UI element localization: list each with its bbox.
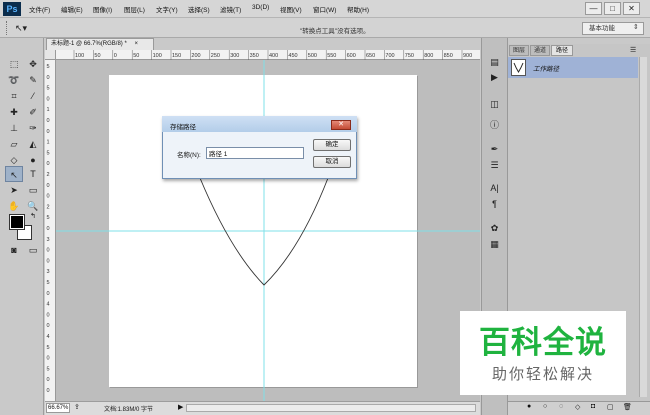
path-thumbnail: [511, 59, 526, 76]
load-selection-icon[interactable]: ◌: [559, 403, 563, 410]
dialog-title: 存储路径: [170, 124, 196, 131]
delete-path-icon[interactable]: 🗑: [623, 403, 632, 411]
adjustments-panel-icon[interactable]: ☰: [486, 158, 503, 172]
export-icon[interactable]: ⇪: [74, 403, 80, 411]
styles-panel-icon[interactable]: ✿: [486, 221, 503, 235]
tab-layers[interactable]: 图层: [509, 45, 529, 56]
brush-panel-icon[interactable]: ✒: [486, 142, 503, 156]
add-mask-icon[interactable]: ◘: [591, 403, 595, 410]
character-panel-icon[interactable]: A|: [486, 181, 503, 195]
path-row-work-path[interactable]: [508, 57, 638, 78]
status-menu-arrow[interactable]: ▶: [178, 403, 183, 411]
tab-paths[interactable]: 路径: [551, 45, 573, 56]
panel-menu-icon[interactable]: ☰: [630, 46, 636, 54]
stroke-path-icon[interactable]: ○: [543, 403, 547, 410]
panel-scrollbar[interactable]: [639, 57, 647, 397]
fill-path-icon[interactable]: ●: [527, 403, 531, 410]
ok-button[interactable]: 确定: [313, 139, 351, 151]
make-work-path-icon[interactable]: ◇: [575, 403, 580, 411]
cancel-button[interactable]: 取消: [313, 156, 351, 168]
path-name-label: 名称(N):: [177, 152, 201, 159]
watermark-title: 百科全说: [479, 325, 607, 361]
path-name-input[interactable]: [206, 147, 304, 159]
path-name: 工作路径: [533, 66, 559, 73]
histogram-panel-icon[interactable]: ◫: [486, 97, 503, 111]
path-thumbnail-shape: [513, 62, 524, 73]
dialog-close-button[interactable]: ✕: [331, 120, 351, 130]
info-panel-icon[interactable]: ⓘ: [486, 118, 503, 132]
swatches-panel-icon[interactable]: ▦: [486, 237, 503, 251]
paragraph-panel-icon[interactable]: ¶: [486, 197, 503, 211]
watermark-subtitle: 助你轻松解决: [491, 365, 594, 383]
new-path-icon[interactable]: ▢: [607, 403, 614, 411]
zoom-field[interactable]: 66.67%: [46, 403, 70, 413]
horizontal-scrollbar[interactable]: [186, 404, 476, 412]
tab-channels[interactable]: 通道: [530, 45, 550, 56]
history-panel-icon[interactable]: ▤: [486, 55, 503, 69]
actions-panel-icon[interactable]: ▶: [486, 70, 503, 84]
document-info: 文档:1.83M/0 字节: [104, 407, 154, 413]
